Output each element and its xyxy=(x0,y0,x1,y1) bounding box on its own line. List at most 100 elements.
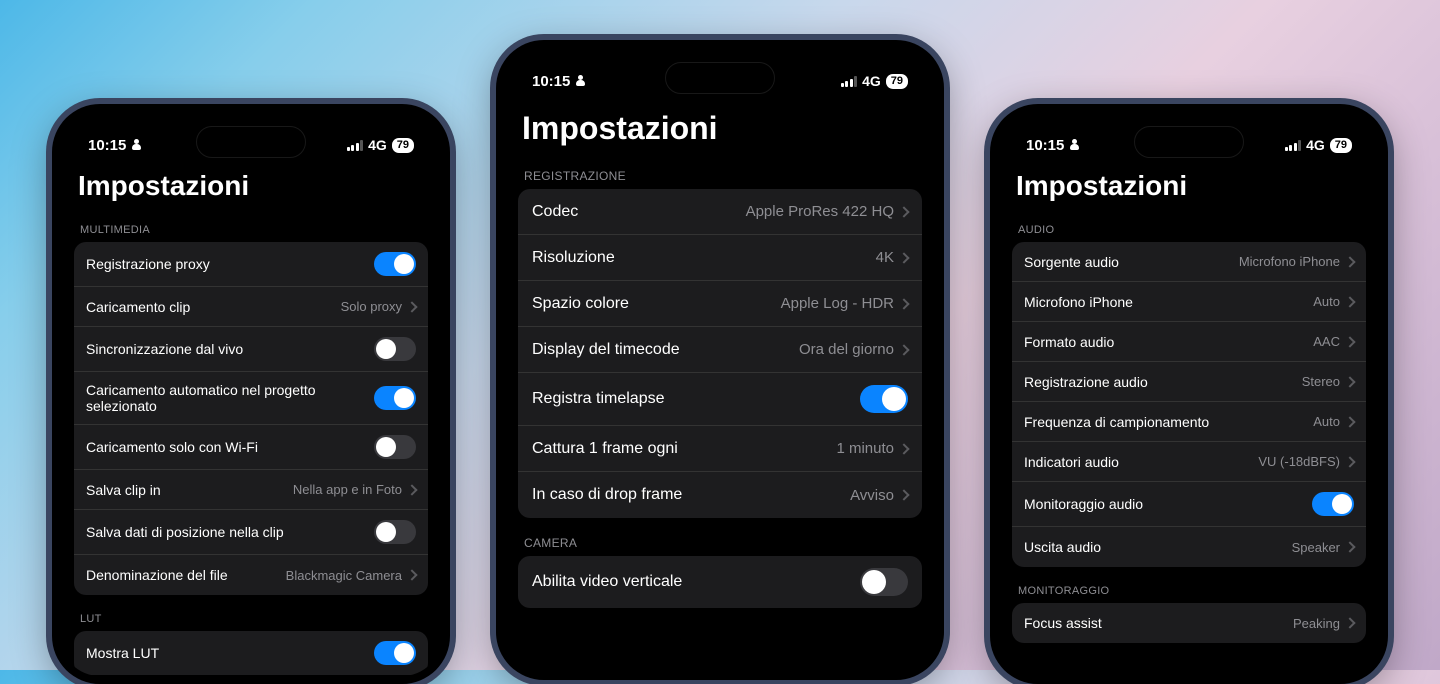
row-sincronizzazione-dal-vivo[interactable]: Sincronizzazione dal vivo xyxy=(74,327,428,372)
toggle-registrazione-proxy[interactable] xyxy=(374,252,416,276)
section-header-multimedia: MULTIMEDIA xyxy=(74,206,428,242)
row-label: Indicatori audio xyxy=(1024,454,1119,470)
row-caricamento-clip[interactable]: Caricamento clip Solo proxy xyxy=(74,287,428,327)
row-formato-audio[interactable]: Formato audioAAC xyxy=(1012,322,1366,362)
row-risoluzione[interactable]: Risoluzione4K xyxy=(518,235,922,281)
row-spazio-colore[interactable]: Spazio colore Apple Log - HDR xyxy=(518,281,922,327)
chevron-right-icon xyxy=(406,301,417,312)
row-sorgente-audio[interactable]: Sorgente audio Microfono iPhone xyxy=(1012,242,1366,282)
row-label: Spazio colore xyxy=(532,295,629,313)
row-value-text: AAC xyxy=(1313,334,1340,349)
person-icon xyxy=(131,139,143,151)
chevron-right-icon xyxy=(1344,456,1355,467)
section-header-registrazione: REGISTRAZIONE xyxy=(518,151,922,189)
row-frequenza-di-campionamento[interactable]: Frequenza di campionamentoAuto xyxy=(1012,402,1366,442)
row-value: Auto xyxy=(1313,294,1354,309)
row-value-text: Microfono iPhone xyxy=(1239,254,1340,269)
row-focus-assist[interactable]: Focus assist Peaking xyxy=(1012,603,1366,643)
row-value-text: Peaking xyxy=(1293,616,1340,631)
toggle-abilita-video-verticale[interactable] xyxy=(860,568,908,596)
chevron-right-icon xyxy=(898,443,909,454)
row-value: Solo proxy xyxy=(341,299,416,314)
row-codec[interactable]: Codec Apple ProRes 422 HQ xyxy=(518,189,922,235)
battery-icon: 79 xyxy=(392,138,414,153)
row-denominazione-del-file[interactable]: Denominazione del fileBlackmagic Camera xyxy=(74,555,428,595)
row-uscita-audio[interactable]: Uscita audio Speaker xyxy=(1012,527,1366,567)
row-mostra-lut[interactable]: Mostra LUT xyxy=(74,631,428,675)
row-label: Focus assist xyxy=(1024,615,1102,631)
content-left[interactable]: MULTIMEDIA Registrazione proxy Caricamento… xyxy=(60,206,442,675)
row-value: Avviso xyxy=(850,487,908,504)
row-display-del-timecode[interactable]: Display del timecodeOra del giorno xyxy=(518,327,922,373)
row-value-text: Apple Log - HDR xyxy=(781,295,894,312)
notch xyxy=(665,62,775,94)
network-label: 4G xyxy=(862,73,881,89)
row-registrazione-audio[interactable]: Registrazione audioStereo xyxy=(1012,362,1366,402)
row-microfono-iphone[interactable]: Microfono iPhoneAuto xyxy=(1012,282,1366,322)
toggle-caricamento-solo-con-wi-fi[interactable] xyxy=(374,435,416,459)
row-label: Abilita video verticale xyxy=(532,573,682,591)
chevron-right-icon xyxy=(898,298,909,309)
phone-left: 10:15 4G 79 Impostazioni MULTIMEDIARegis… xyxy=(52,104,450,684)
row-value-text: 4K xyxy=(876,249,894,266)
row-value: Blackmagic Camera xyxy=(286,568,416,583)
battery-icon: 79 xyxy=(886,74,908,89)
row-label: Registra timelapse xyxy=(532,390,665,408)
row-monitoraggio-audio[interactable]: Monitoraggio audio xyxy=(1012,482,1366,527)
row-value: Nella app e in Foto xyxy=(293,482,416,497)
section-lut: Mostra LUT xyxy=(74,631,428,675)
content-center[interactable]: REGISTRAZIONE Codec Apple ProRes 422 HQ Ris… xyxy=(504,151,936,608)
phone-right: 10:15 4G 79 Impostazioni AUDIOSorgente a… xyxy=(990,104,1388,684)
toggle-registra-timelapse[interactable] xyxy=(860,385,908,413)
row-abilita-video-verticale[interactable]: Abilita video verticale xyxy=(518,556,922,608)
toggle-monitoraggio-audio[interactable] xyxy=(1312,492,1354,516)
toggle-salva-dati-di-posizione-nella-clip[interactable] xyxy=(374,520,416,544)
row-registrazione-proxy[interactable]: Registrazione proxy xyxy=(74,242,428,287)
screen-left: 10:15 4G 79 Impostazioni MULTIMEDIARegis… xyxy=(60,112,442,676)
battery-icon: 79 xyxy=(1330,138,1352,153)
row-salva-dati-di-posizione-nella-clip[interactable]: Salva dati di posizione nella clip xyxy=(74,510,428,555)
content-right[interactable]: AUDIO Sorgente audio Microfono iPhone Micro… xyxy=(998,206,1380,643)
row-label: Sorgente audio xyxy=(1024,254,1119,270)
chevron-right-icon xyxy=(1344,336,1355,347)
row-caricamento-automatico-nel-progetto-sele[interactable]: Caricamento automatico nel progetto sele… xyxy=(74,372,428,425)
row-value-text: Stereo xyxy=(1302,374,1340,389)
chevron-right-icon xyxy=(406,484,417,495)
signal-icon xyxy=(841,76,858,87)
toggle-sincronizzazione-dal-vivo[interactable] xyxy=(374,337,416,361)
chevron-right-icon xyxy=(898,344,909,355)
chevron-right-icon xyxy=(1344,416,1355,427)
section-header-lut: LUT xyxy=(74,595,428,631)
row-label: Uscita audio xyxy=(1024,539,1101,555)
row-value: Apple ProRes 422 HQ xyxy=(746,203,908,220)
row-registra-timelapse[interactable]: Registra timelapse xyxy=(518,373,922,426)
page-title: Impostazioni xyxy=(504,98,936,151)
page-title: Impostazioni xyxy=(998,162,1380,206)
toggle-mostra-lut[interactable] xyxy=(374,641,416,665)
row-salva-clip-in[interactable]: Salva clip inNella app e in Foto xyxy=(74,470,428,510)
row-indicatori-audio[interactable]: Indicatori audioVU (-18dBFS) xyxy=(1012,442,1366,482)
row-cattura-1-frame-ogni[interactable]: Cattura 1 frame ogni1 minuto xyxy=(518,426,922,472)
section-header-audio: AUDIO xyxy=(1012,206,1366,242)
row-in-caso-di-drop-frame[interactable]: In caso di drop frameAvviso xyxy=(518,472,922,518)
row-label: Caricamento automatico nel progetto sele… xyxy=(86,382,374,414)
signal-icon xyxy=(1285,140,1302,151)
row-value-text: Auto xyxy=(1313,414,1340,429)
chevron-right-icon xyxy=(898,489,909,500)
toggle-caricamento-automatico-nel-progetto-sele[interactable] xyxy=(374,386,416,410)
row-label: Codec xyxy=(532,203,578,221)
section-header-monitoraggio: MONITORAGGIO xyxy=(1012,567,1366,603)
notch xyxy=(196,126,306,158)
row-caricamento-solo-con-wi-fi[interactable]: Caricamento solo con Wi-Fi xyxy=(74,425,428,470)
row-value: 4K xyxy=(876,249,908,266)
row-label: Caricamento clip xyxy=(86,299,190,315)
row-label: Registrazione proxy xyxy=(86,256,210,272)
person-icon xyxy=(1069,139,1081,151)
row-value: Speaker xyxy=(1292,540,1354,555)
section-multimedia: Registrazione proxy Caricamento clip Solo … xyxy=(74,242,428,595)
section-audio: Sorgente audio Microfono iPhone Microfono … xyxy=(1012,242,1366,567)
chevron-right-icon xyxy=(898,252,909,263)
section-monitoraggio: Focus assist Peaking xyxy=(1012,603,1366,643)
signal-icon xyxy=(347,140,364,151)
row-value: Apple Log - HDR xyxy=(781,295,908,312)
